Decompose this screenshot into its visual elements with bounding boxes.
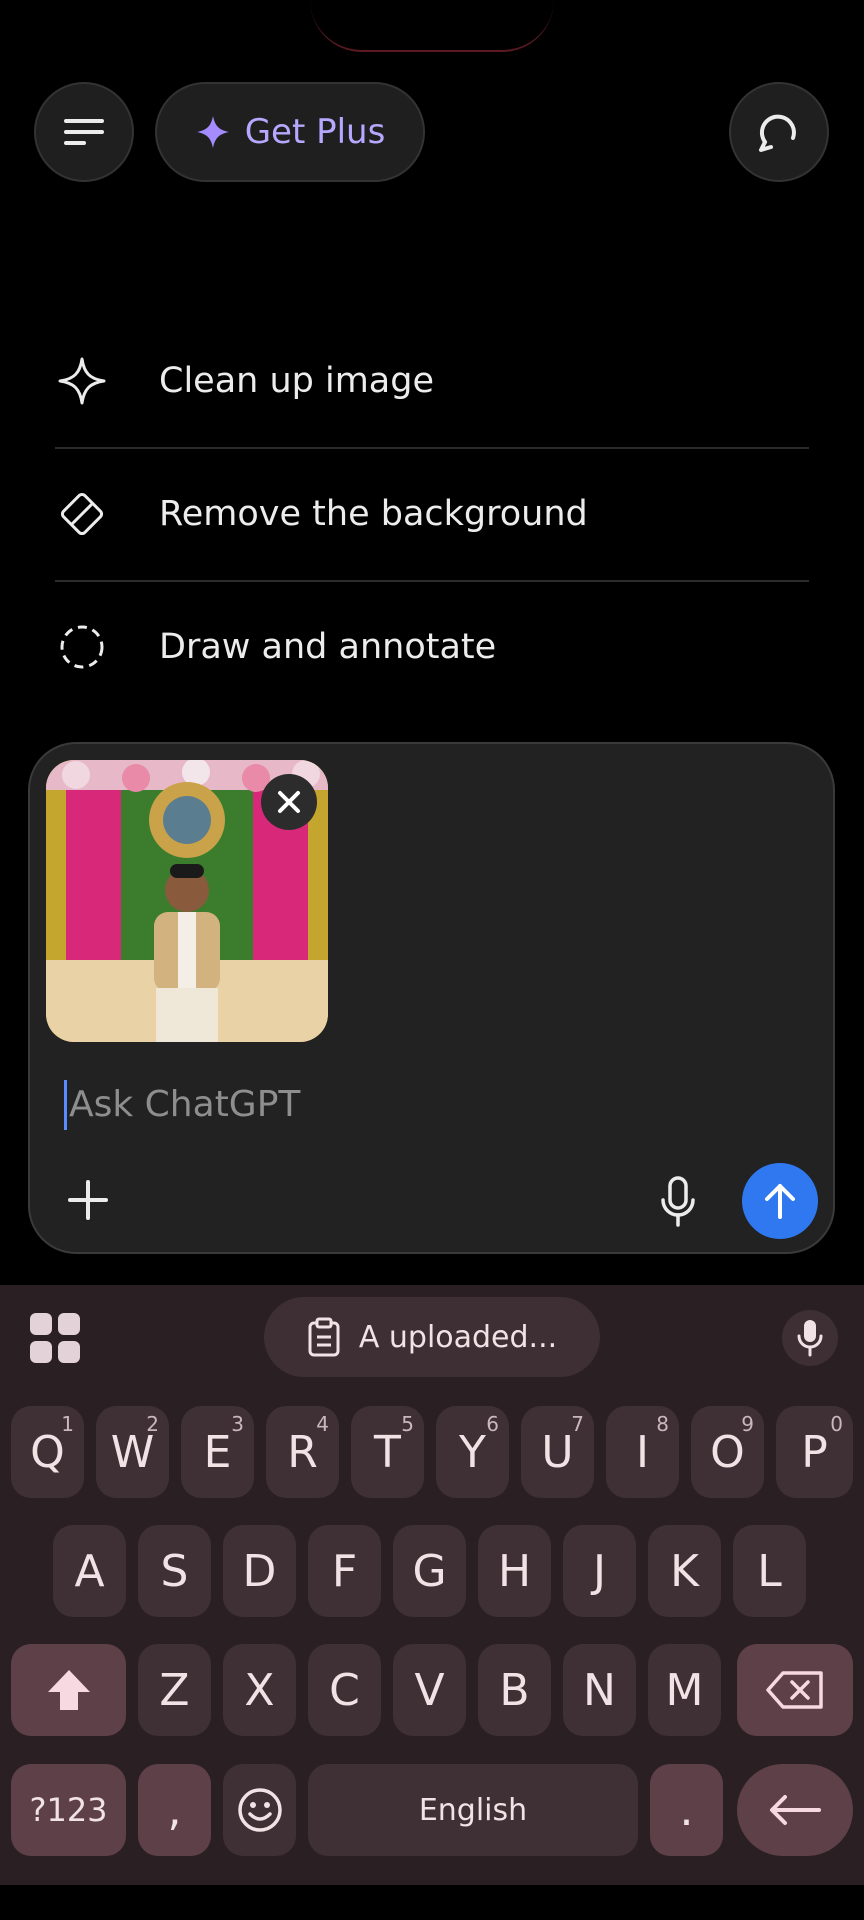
symbols-key[interactable]: ?123 <box>11 1764 126 1856</box>
key-v[interactable]: V <box>393 1644 466 1736</box>
suggestion-label: Clean up image <box>159 360 434 401</box>
suggestion-remove-background[interactable]: Remove the background <box>55 447 809 580</box>
get-plus-button[interactable]: Get Plus <box>155 82 425 182</box>
enter-arrow-icon <box>770 1795 821 1825</box>
emoji-icon <box>237 1788 282 1832</box>
key-u[interactable]: U7 <box>521 1406 594 1498</box>
space-key[interactable]: English <box>308 1764 638 1856</box>
top-accent-arc <box>310 0 554 52</box>
suggestion-draw-annotate[interactable]: Draw and annotate <box>55 580 809 713</box>
emoji-key[interactable] <box>223 1764 296 1856</box>
key-x[interactable]: X <box>223 1644 296 1736</box>
enter-key[interactable] <box>737 1764 853 1856</box>
new-chat-button[interactable] <box>729 82 829 182</box>
clipboard-chip-label: A uploaded... <box>358 1319 558 1355</box>
arrow-up-icon <box>765 1184 795 1219</box>
key-c[interactable]: C <box>308 1644 381 1736</box>
shift-key[interactable] <box>11 1644 126 1736</box>
sparkle-outline-icon <box>55 354 109 408</box>
keyboard-voice-button[interactable] <box>782 1310 838 1366</box>
microphone-icon <box>797 1320 823 1357</box>
key-p[interactable]: P0 <box>776 1406 853 1498</box>
plus-icon <box>68 1180 108 1220</box>
suggestion-label: Remove the background <box>159 493 588 534</box>
add-attachment-button[interactable] <box>60 1172 116 1228</box>
suggestion-clean-up-image[interactable]: Clean up image <box>55 314 809 447</box>
comma-key[interactable]: , <box>138 1764 211 1856</box>
send-button[interactable] <box>742 1163 818 1239</box>
key-q[interactable]: Q1 <box>11 1406 84 1498</box>
key-n[interactable]: N <box>563 1644 636 1736</box>
keyboard-apps-button[interactable] <box>30 1313 80 1363</box>
backspace-key[interactable] <box>737 1644 853 1736</box>
backspace-icon <box>766 1671 823 1709</box>
key-t[interactable]: T5 <box>351 1406 424 1498</box>
sparkle-icon <box>196 116 229 148</box>
key-e[interactable]: E3 <box>181 1406 254 1498</box>
key-j[interactable]: J <box>563 1525 636 1617</box>
close-icon <box>278 791 300 813</box>
key-f[interactable]: F <box>308 1525 381 1617</box>
key-l[interactable]: L <box>733 1525 806 1617</box>
key-m[interactable]: M <box>648 1644 721 1736</box>
remove-attachment-button[interactable] <box>261 774 317 830</box>
key-d[interactable]: D <box>223 1525 296 1617</box>
key-a[interactable]: A <box>53 1525 126 1617</box>
eraser-icon <box>55 487 109 541</box>
dashed-circle-icon <box>55 620 109 674</box>
prompt-input[interactable]: Ask ChatGPT <box>64 1080 300 1130</box>
voice-input-button[interactable] <box>650 1172 706 1232</box>
key-i[interactable]: I8 <box>606 1406 679 1498</box>
key-k[interactable]: K <box>648 1525 721 1617</box>
microphone-icon <box>661 1176 695 1227</box>
period-key[interactable]: . <box>650 1764 723 1856</box>
key-s[interactable]: S <box>138 1525 211 1617</box>
key-b[interactable]: B <box>478 1644 551 1736</box>
key-z[interactable]: Z <box>138 1644 211 1736</box>
key-o[interactable]: O9 <box>691 1406 764 1498</box>
key-w[interactable]: W2 <box>96 1406 169 1498</box>
suggestion-label: Draw and annotate <box>159 626 497 667</box>
shift-arrow-icon <box>47 1670 90 1710</box>
clipboard-suggestion-chip[interactable]: A uploaded... <box>264 1297 600 1377</box>
chat-refresh-icon <box>759 114 796 152</box>
menu-button[interactable] <box>34 82 134 182</box>
clipboard-icon <box>308 1317 340 1357</box>
key-y[interactable]: Y6 <box>436 1406 509 1498</box>
key-h[interactable]: H <box>478 1525 551 1617</box>
hamburger-icon <box>64 119 104 145</box>
key-g[interactable]: G <box>393 1525 466 1617</box>
navigation-bar <box>0 1885 864 1920</box>
get-plus-label: Get Plus <box>244 112 386 152</box>
key-r[interactable]: R4 <box>266 1406 339 1498</box>
